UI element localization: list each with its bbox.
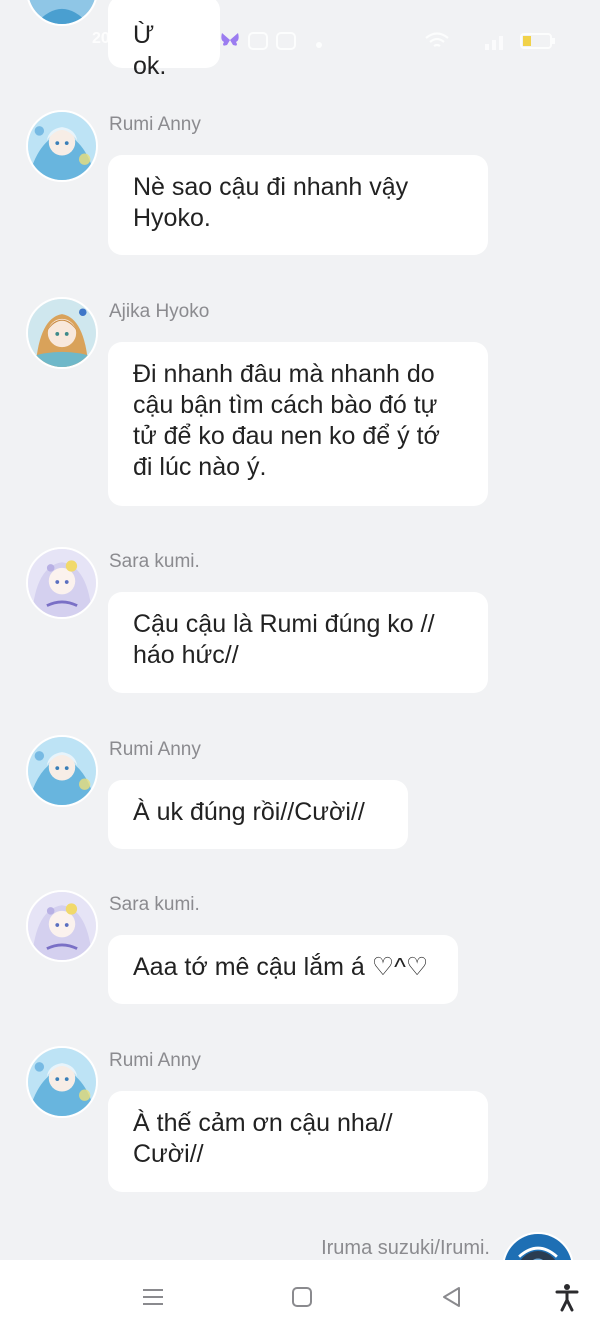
app-icon xyxy=(276,32,296,55)
home-icon[interactable] xyxy=(287,1282,317,1312)
message-bubble: Đi nhanh đâu mà nhanh do cậu bận tìm các… xyxy=(108,342,488,506)
back-icon[interactable] xyxy=(437,1282,467,1312)
sara-avatar[interactable] xyxy=(26,890,98,962)
sender-name: Rumi Anny xyxy=(109,739,201,760)
signal-icon xyxy=(484,32,508,55)
sara-avatar[interactable] xyxy=(26,547,98,619)
message-bubble: Cậu cậu là Rumi đúng ko // háo hức// xyxy=(108,592,488,693)
sender-name: Ajika Hyoko xyxy=(109,301,210,322)
dot-icon xyxy=(315,36,323,54)
status-time: 20 xyxy=(92,30,110,47)
menu-icon[interactable] xyxy=(138,1282,168,1312)
wifi-icon xyxy=(424,32,450,55)
ajika-avatar[interactable] xyxy=(26,297,98,369)
system-nav-bar xyxy=(0,1260,600,1333)
sender-name: Sara kumi. xyxy=(109,894,200,915)
sender-name: Sara kumi. xyxy=(109,551,200,572)
battery-icon xyxy=(520,32,556,55)
iruma-avatar[interactable] xyxy=(502,1232,574,1260)
app-icon xyxy=(248,32,268,55)
sender-name: Rumi Anny xyxy=(109,1050,201,1071)
sender-name: Rumi Anny xyxy=(109,114,201,135)
message-bubble: Nè sao cậu đi nhanh vậy Hyoko. xyxy=(108,155,488,255)
rumi-avatar[interactable] xyxy=(26,1046,98,1118)
message-bubble: Aaa tớ mê cậu lắm á ♡^♡ xyxy=(108,935,458,1004)
chat-thread[interactable]: Ừ ok. 20 Rumi Anny Nè sao cậu đi nhanh v… xyxy=(0,0,600,1260)
accessibility-icon[interactable] xyxy=(552,1282,582,1312)
butterfly-icon xyxy=(220,32,240,53)
rumi-avatar[interactable] xyxy=(26,110,98,182)
message-bubble: À uk đúng rồi//Cười// xyxy=(108,780,408,849)
status-bar: 20 xyxy=(0,20,600,60)
sender-name-right: Iruma suzuki/Irumi. xyxy=(321,1237,490,1259)
message-bubble: À thế cảm ơn cậu nha// Cười// xyxy=(108,1091,488,1192)
rumi-avatar[interactable] xyxy=(26,735,98,807)
